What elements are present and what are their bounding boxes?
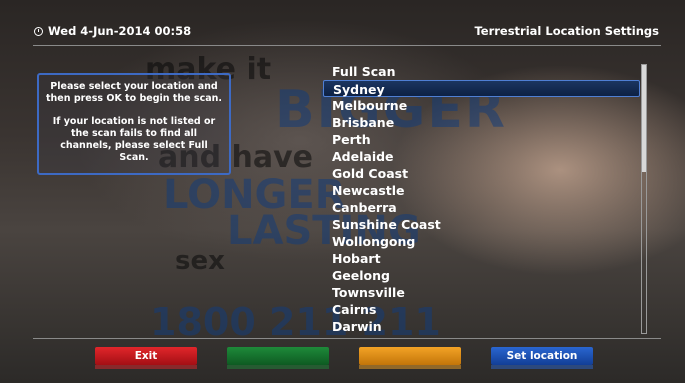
instructions-panel: Please select your location and then pre… [37,73,231,175]
footer-divider [33,338,661,339]
location-item[interactable]: Gold Coast [323,165,643,182]
set-location-button[interactable]: Set location [491,347,593,365]
location-item[interactable]: Hobart [323,250,643,267]
button-reflection [95,365,197,369]
button-reflection [359,365,461,369]
location-item[interactable]: Darwin [323,318,643,335]
list-scrollbar[interactable] [641,64,647,334]
location-item[interactable]: Wollongong [323,233,643,250]
scrollbar-thumb[interactable] [642,65,646,173]
button-reflection [491,365,593,369]
location-item-selected[interactable]: Sydney [323,80,640,97]
location-item[interactable]: Townsville [323,284,643,301]
location-item[interactable]: Geelong [323,267,643,284]
location-list: Full Scan Sydney Melbourne Brisbane Perth Ade… [323,63,643,335]
advert-line: LONGER [163,172,346,218]
location-item[interactable]: Adelaide [323,148,643,165]
advert-line: sex [175,246,225,276]
location-item[interactable]: Newcastle [323,182,643,199]
yellow-button[interactable] [359,347,461,365]
page-title: Terrestrial Location Settings [474,24,659,38]
location-item[interactable]: Perth [323,131,643,148]
location-item[interactable]: Full Scan [323,63,643,80]
header-divider [33,45,661,46]
location-item[interactable]: Sunshine Coast [323,216,643,233]
clock-icon [34,27,43,36]
location-item[interactable]: Melbourne [323,97,643,114]
location-item[interactable]: Brisbane [323,114,643,131]
exit-button[interactable]: Exit [95,347,197,365]
location-item[interactable]: Cairns [323,301,643,318]
tv-screen: make it BIGGER and have LONGER LASTING s… [0,0,685,383]
green-button[interactable] [227,347,329,365]
button-reflection [227,365,329,369]
instructions-text: If your location is not listed or the sc… [52,116,216,163]
instructions-text: Please select your location and then pre… [46,81,222,104]
date-time: Wed 4-Jun-2014 00:58 [48,24,192,38]
header-bar: Wed 4-Jun-2014 00:58 Terrestrial Locatio… [0,0,685,44]
location-item[interactable]: Canberra [323,199,643,216]
